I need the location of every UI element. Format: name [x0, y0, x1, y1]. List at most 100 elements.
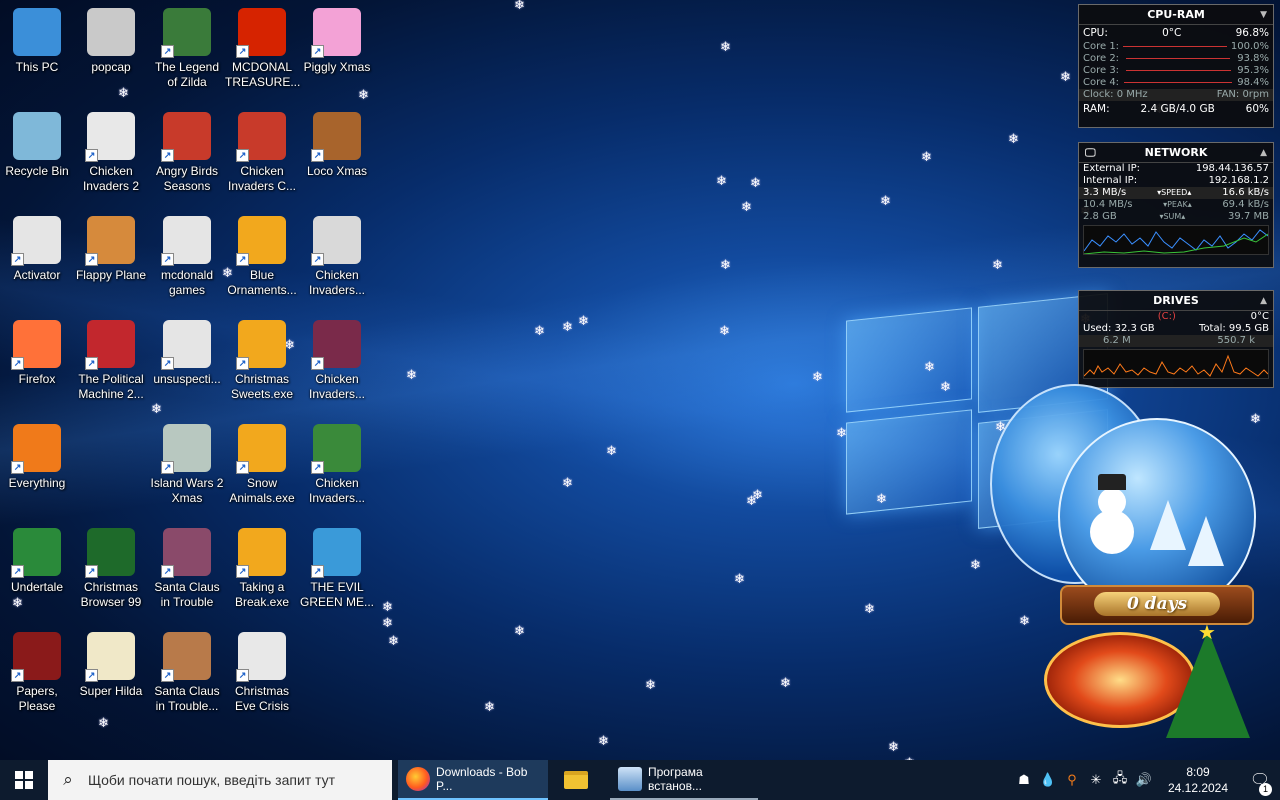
core-value: 98.4%: [1237, 77, 1269, 88]
chicken-icon: ↗: [311, 216, 361, 266]
cpu-ram-widget[interactable]: CPU-RAM ▼ CPU: 0°C 96.8% Core 1: 100.0% C…: [1078, 4, 1274, 128]
desktop-icon-label: Flappy Plane: [75, 268, 147, 282]
desktop-icon-label: Christmas Browser 99: [80, 580, 142, 609]
desktop-icon[interactable]: ↗ Super Hilda: [74, 628, 148, 728]
network-icon[interactable]: 🖧: [1108, 769, 1132, 791]
desktop-icon-label: This PC: [15, 60, 59, 74]
snowflake-icon[interactable]: ✳: [1084, 772, 1108, 788]
drives-widget[interactable]: DRIVES ▲ (C:) 0°C Used: 32.3 GB Total: 9…: [1078, 290, 1274, 388]
collapse-icon[interactable]: ▲: [1260, 143, 1267, 163]
shortcut-arrow-icon: ↗: [161, 45, 174, 58]
desktop-icon[interactable]: ↗ The Political Machine 2...: [74, 316, 148, 416]
game-icon: ↗: [161, 424, 211, 474]
chicken-icon: ↗: [311, 320, 361, 370]
network-widget[interactable]: 🖵 NETWORK ▲ External IP: 198.44.136.57 I…: [1078, 142, 1274, 268]
desktop-icon-label: Blue Ornaments...: [227, 268, 297, 297]
santa-icon: ↗: [161, 632, 211, 682]
desktop-icon[interactable]: ↗ Blue Ornaments...: [225, 212, 299, 312]
desktop-icon[interactable]: ↗ Christmas Browser 99: [74, 524, 148, 624]
desktop-icon-label: The Political Machine 2...: [78, 372, 144, 401]
shortcut-arrow-icon: ↗: [11, 357, 24, 370]
desktop-icon[interactable]: ↗ The Legend of Zilda: [150, 4, 224, 104]
taskbar-search[interactable]: ⌕ Щоби почати пошук, введіть запит тут: [48, 760, 392, 800]
cpu-ram-title: CPU-RAM: [1147, 8, 1205, 21]
taskbar-clock[interactable]: 8:09 24.12.2024: [1156, 764, 1240, 796]
desktop-icon[interactable]: ↗ Chicken Invaders C...: [225, 108, 299, 208]
action-center-button[interactable]: 🗨 1: [1240, 770, 1280, 796]
drive-write: 550.7 k: [1217, 335, 1255, 346]
volume-icon[interactable]: 🔊: [1132, 772, 1156, 788]
shortcut-arrow-icon: ↗: [85, 357, 98, 370]
desktop-icon[interactable]: ↗ Christmas Eve Crisis: [225, 628, 299, 728]
desktop-icon[interactable]: popcap: [74, 4, 148, 104]
desktop-icon[interactable]: Recycle Bin: [0, 108, 74, 208]
desktop-icon[interactable]: ↗ Activator: [0, 212, 74, 312]
desktop-icon[interactable]: ↗ Angry Birds Seasons: [150, 108, 224, 208]
game-icon: ↗: [85, 632, 135, 682]
collapse-icon[interactable]: ▲: [1260, 291, 1267, 311]
cpu-fan: FAN: 0rpm: [1216, 89, 1269, 100]
desktop-icon[interactable]: ↗ THE EVIL GREEN ME...: [300, 524, 374, 624]
shortcut-arrow-icon: ↗: [161, 669, 174, 682]
start-button[interactable]: [0, 760, 48, 800]
desktop-icon[interactable]: ↗ mcdonald games: [150, 212, 224, 312]
desktop-icon[interactable]: ↗ Everything: [0, 420, 74, 520]
desktop-icon-label: mcdonald games: [160, 268, 214, 297]
snowflake-icon: ❄: [382, 599, 393, 614]
desktop-icon[interactable]: ↗ Papers, Please: [0, 628, 74, 728]
desktop-icon[interactable]: ↗ Piggly Xmas: [300, 4, 374, 104]
snowflake-icon: ❄: [992, 257, 1003, 272]
snowflake-icon: ❄: [970, 557, 981, 572]
desktop-icon[interactable]: ↗ Undertale: [0, 524, 74, 624]
collapse-icon[interactable]: ▼: [1260, 5, 1267, 25]
search-magnifier-icon[interactable]: ⚲: [1060, 772, 1084, 788]
drive-row: (C:) 0°C: [1079, 311, 1273, 323]
desktop-icon[interactable]: ↗ Snow Animals.exe: [225, 420, 299, 520]
snowflake-icon: ❄: [514, 623, 525, 638]
snowflake-icon: ❄: [940, 379, 951, 394]
taskbar-app-file-explorer[interactable]: [548, 760, 604, 800]
desktop-icon[interactable]: ↗ Flappy Plane: [74, 212, 148, 312]
internal-ip-row: Internal IP: 192.168.1.2: [1079, 175, 1273, 187]
core-bar: [1126, 58, 1230, 59]
desktop-icon-label: Super Hilda: [79, 684, 143, 698]
desktop-icon-label: Christmas Eve Crisis: [234, 684, 289, 713]
desktop-icon[interactable]: ↗ Santa Claus in Trouble: [150, 524, 224, 624]
desktop-icon[interactable]: ↗ Santa Claus in Trouble...: [150, 628, 224, 728]
snowflake-icon: ❄: [924, 359, 935, 374]
desktop-icon-label: Piggly Xmas: [303, 60, 371, 74]
shortcut-arrow-icon: ↗: [236, 461, 249, 474]
drive-graph: [1083, 349, 1269, 379]
desktop-icon[interactable]: ↗ Chicken Invaders...: [300, 420, 374, 520]
desktop-icon[interactable]: ↗ Island Wars 2 Xmas: [150, 420, 224, 520]
speed-label: ▾SPEED▴: [1157, 188, 1192, 197]
desktop-icon[interactable]: This PC: [0, 4, 74, 104]
droplet-icon[interactable]: 💧: [1036, 772, 1060, 788]
drive-read: 6.2 M: [1103, 335, 1131, 346]
exe-icon: ↗: [236, 528, 286, 578]
desktop-icon[interactable]: ↗ Chicken Invaders...: [300, 316, 374, 416]
desktop-icon[interactable]: ↗ Chicken Invaders 2: [74, 108, 148, 208]
clock-time: 8:09: [1186, 765, 1210, 779]
desktop-icon-label: popcap: [91, 60, 131, 74]
taskbar-app-firefox[interactable]: Downloads - Bob P...: [398, 760, 548, 800]
desktop-icon[interactable]: ↗ Taking a Break.exe: [225, 524, 299, 624]
desktop-icon-label: Island Wars 2 Xmas: [150, 476, 224, 505]
taskbar-app-installer[interactable]: Програма встанов...: [610, 760, 758, 800]
snowflake-icon: ❄: [562, 475, 573, 490]
desktop-icon-label: unsuspecti...: [153, 372, 221, 386]
desktop-icon-label: Undertale: [10, 580, 64, 594]
shortcut-arrow-icon: ↗: [311, 253, 324, 266]
desktop-icon[interactable]: ↗ unsuspecti...: [150, 316, 224, 416]
desktop-icon[interactable]: ↗ Firefox: [0, 316, 74, 416]
desktop-icon[interactable]: ↗ MCDONAL TREASURE...: [225, 4, 300, 104]
speed-up: 16.6 kB/s: [1222, 187, 1269, 198]
desktop-icon[interactable]: ↗ Chicken Invaders...: [300, 212, 374, 312]
snowflake-icon: ❄: [645, 677, 656, 692]
ram-percent: 60%: [1245, 103, 1269, 115]
desktop-icon[interactable]: ↗ Christmas Sweets.exe: [225, 316, 299, 416]
desktop-icon[interactable]: ↗ Loco Xmas: [300, 108, 374, 208]
network-people-icon[interactable]: ☗: [1012, 772, 1036, 788]
windows-start-icon: [15, 771, 33, 789]
desktop-icon-label: Taking a Break.exe: [234, 580, 290, 609]
